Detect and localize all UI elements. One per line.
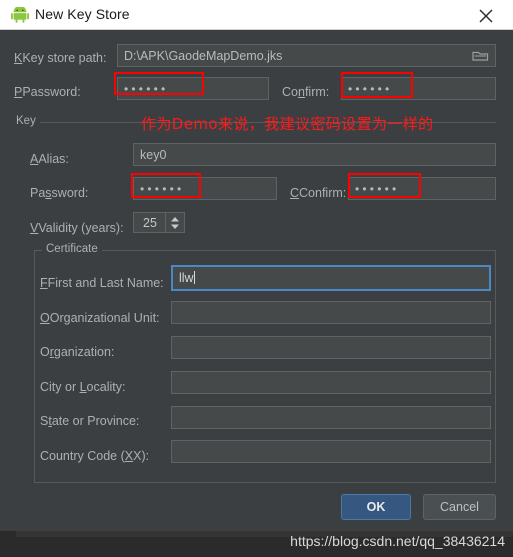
close-icon[interactable] [469, 0, 503, 29]
key-group-title: Key [12, 115, 40, 127]
cancel-button[interactable]: Cancel [423, 494, 496, 520]
key-store-path-label-text: Key store path: [22, 51, 107, 65]
window-title: New Key Store [35, 6, 130, 22]
android-robot-icon [11, 5, 29, 23]
alias-label-text: Alias: [38, 152, 69, 166]
key-store-path-label: KKey store path: [14, 51, 107, 65]
organization-label: OrOrganization:ganization: [40, 345, 115, 359]
key-password-value: •••••• [140, 182, 185, 196]
keystore-confirm-value: •••••• [348, 82, 393, 96]
text-caret [193, 271, 195, 284]
alias-label: AAlias: [30, 152, 69, 166]
keystore-password-label: PPassword: [14, 85, 81, 99]
validity-value: 25 [143, 216, 157, 230]
key-confirm-value: •••••• [355, 182, 400, 196]
certificate-group-title: Certificate [42, 243, 102, 255]
state-or-province-input[interactable] [171, 406, 491, 429]
watermark-text: https://blog.csdn.net/qq_38436214 [290, 533, 505, 549]
keystore-password-value: •••••• [124, 82, 169, 96]
keystore-confirm-input[interactable]: •••••• [341, 77, 496, 100]
keystore-password-label-text: Password: [22, 85, 81, 99]
key-password-input[interactable]: •••••• [133, 177, 277, 200]
keystore-confirm-label: ConConfirm:firm: [282, 85, 330, 99]
organizational-unit-label-text: Organizational Unit: [49, 311, 160, 325]
first-last-name-label: FFirst and Last Name: [40, 276, 164, 290]
folder-icon[interactable] [472, 48, 492, 65]
key-store-path-value: D:\APK\GaodeMapDemo.jks [124, 49, 283, 63]
key-confirm-label-text: Confirm: [299, 186, 347, 200]
city-or-locality-label: City or LCity or Locality:ocality: [40, 380, 126, 394]
alias-value: key0 [140, 148, 167, 162]
state-or-province-label: StState or Province:ate or Province: [40, 414, 140, 428]
key-confirm-input[interactable]: •••••• [348, 177, 496, 200]
country-code-input[interactable] [171, 440, 491, 463]
key-confirm-label: CConfirm: [290, 186, 347, 200]
first-last-name-label-text: First and Last Name: [47, 276, 164, 290]
validity-label: VValidity (years): [30, 221, 124, 235]
organizational-unit-label: OOrganizational Unit: [40, 311, 160, 325]
country-code-label: Country Code (XCountry Code (XX):X): [40, 449, 150, 463]
alias-input[interactable]: key0 [133, 143, 496, 166]
ok-button[interactable]: OK [341, 494, 411, 520]
organizational-unit-input[interactable] [171, 301, 491, 324]
keystore-password-input[interactable]: •••••• [117, 77, 269, 100]
validity-stepper[interactable]: 25 [133, 212, 185, 233]
validity-stepper-arrows[interactable] [165, 213, 184, 232]
first-last-name-value: llw [179, 271, 194, 285]
annotation-note: 作为Demo来说，我建议密码设置为一样的 [141, 115, 434, 133]
title-bar: New Key Store [0, 0, 513, 30]
organization-input[interactable] [171, 336, 491, 359]
new-key-store-dialog: New Key Store KKey store path: D:\APK\Ga… [0, 0, 513, 531]
key-store-path-input[interactable]: D:\APK\GaodeMapDemo.jks [117, 44, 496, 67]
city-or-locality-input[interactable] [171, 371, 491, 394]
first-last-name-input[interactable]: llw [171, 265, 491, 291]
key-password-label: PasPassword:sword: [30, 186, 89, 200]
watermark-strip: https://blog.csdn.net/qq_38436214 [0, 531, 513, 557]
validity-label-text: Validity (years): [38, 221, 124, 235]
